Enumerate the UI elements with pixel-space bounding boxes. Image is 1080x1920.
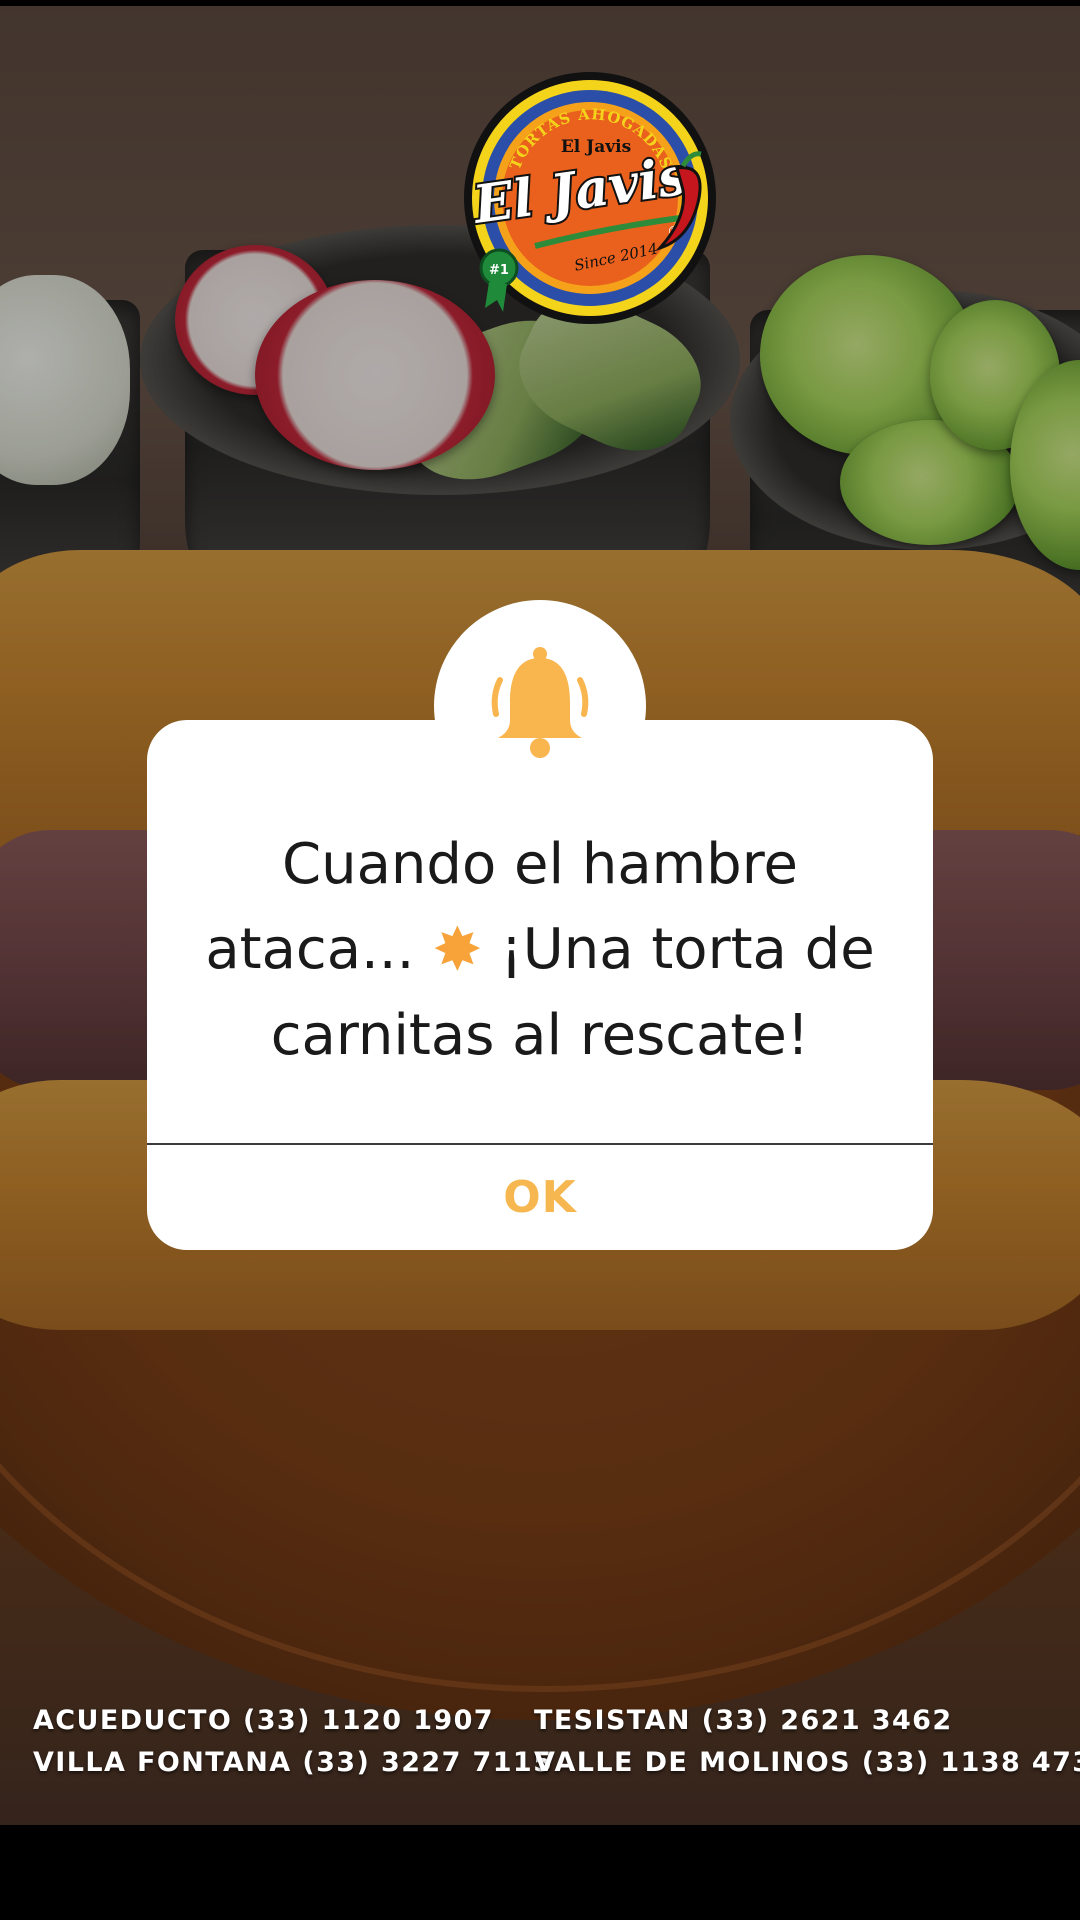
- contact-acueducto: ACUEDUCTO (33) 1120 1907: [33, 1705, 494, 1736]
- message-line-2: ataca... ✸ ¡Una torta de: [147, 907, 933, 993]
- el-javis-logo: TORTAS AHOGADAS El Javis El Javis Since …: [455, 68, 725, 330]
- contact-tesistan: TESISTAN (33) 2621 3462: [534, 1705, 953, 1736]
- status-strip: [0, 0, 1080, 6]
- contact-villa-fontana: VILLA FONTANA (33) 3227 7115: [33, 1747, 554, 1778]
- contact-valle-de-molinos: VALLE DE MOLINOS (33) 1138 4733: [534, 1747, 1080, 1778]
- bottom-black-bar: [0, 1825, 1080, 1920]
- ok-button[interactable]: OK: [147, 1145, 933, 1250]
- message-line-2-start: ataca...: [205, 917, 433, 982]
- logo-badge: #1: [489, 263, 509, 278]
- alert-message: Cuando el hambre ataca... ✸ ¡Una torta d…: [147, 822, 933, 1078]
- bell-icon: [478, 640, 602, 764]
- message-line-1: Cuando el hambre: [282, 832, 798, 897]
- message-line-2-end: ¡Una torta de: [482, 917, 875, 982]
- message-line-3: carnitas al rescate!: [270, 1003, 810, 1068]
- star-icon: ✸: [432, 915, 483, 985]
